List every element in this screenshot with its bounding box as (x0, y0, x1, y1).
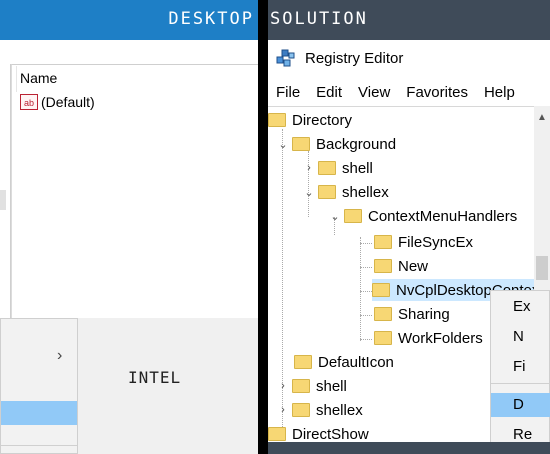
panel-divider (258, 0, 268, 454)
value-row-default[interactable]: ab (Default) (20, 92, 95, 112)
folder-icon (374, 235, 392, 249)
chevron-down-icon[interactable]: ⌄ (276, 138, 290, 151)
context-menu-item-expand[interactable]: Ex (491, 295, 550, 319)
menu-bar: File Edit View Favorites Help (268, 78, 550, 106)
value-name: (Default) (41, 94, 95, 110)
chevron-down-icon[interactable]: ⌄ (328, 210, 342, 223)
menu-view[interactable]: View (358, 84, 390, 101)
menu-file[interactable]: File (276, 84, 300, 101)
folder-icon (292, 379, 310, 393)
tree-selection-edge (0, 190, 6, 210)
chevron-right-icon[interactable]: › (276, 404, 290, 416)
tree-node-shell-2[interactable]: › shell (276, 375, 347, 397)
tree-node-shellex[interactable]: ⌄ shellex (302, 181, 388, 203)
tree-node-sharing[interactable]: Sharing (374, 303, 450, 325)
menu-edit[interactable]: Edit (316, 84, 342, 101)
window-title: Registry Editor (305, 50, 404, 67)
folder-icon (294, 355, 312, 369)
tree-node-defaulticon[interactable]: DefaultIcon (294, 351, 394, 373)
tree-node-contextmenuhandlers[interactable]: ⌄ ContextMenuHandlers (328, 205, 517, 227)
tree-node-workfolders[interactable]: WorkFolders (374, 327, 483, 349)
tree-node-shellex-2[interactable]: › shellex (276, 399, 363, 421)
banner-text-desktop: DESKTOP (168, 9, 254, 29)
right-bottom-bar (268, 442, 550, 454)
folder-icon (268, 427, 286, 441)
right-screenshot-panel: SOLUTION Registry Editor File Edit View … (268, 0, 550, 454)
menu-favorites[interactable]: Favorites (406, 84, 468, 101)
chevron-right-icon[interactable]: › (57, 347, 62, 365)
tree-node-new[interactable]: New (374, 255, 428, 277)
chevron-down-icon[interactable]: ⌄ (302, 186, 316, 199)
folder-icon (372, 283, 390, 297)
folder-icon (374, 331, 392, 345)
intel-label: INTEL (128, 368, 182, 387)
scroll-up-arrow-icon[interactable]: ▲ (537, 112, 547, 123)
right-banner: SOLUTION (268, 0, 550, 40)
scroll-thumb[interactable] (536, 256, 548, 280)
folder-icon (318, 161, 336, 175)
string-value-icon: ab (20, 94, 38, 110)
column-separator[interactable] (16, 66, 17, 92)
registry-editor-icon (276, 49, 295, 67)
tree-node-filesyncex[interactable]: FileSyncEx (374, 231, 473, 253)
context-menu-left: › (0, 318, 78, 454)
chevron-right-icon[interactable]: › (302, 162, 316, 174)
context-menu-item-delete[interactable]: D (491, 393, 550, 417)
left-banner: DESKTOP (0, 0, 258, 40)
context-menu-item-find[interactable]: Fi (491, 355, 550, 379)
tree-node-shell[interactable]: › shell (302, 157, 373, 179)
context-menu-right: Ex N Fi D Re (490, 290, 550, 454)
context-menu-item-new[interactable]: N (491, 325, 550, 349)
folder-icon (318, 185, 336, 199)
left-screenshot-panel: DESKTOP Name ab (Default) › INTEL (0, 0, 258, 454)
folder-icon (374, 259, 392, 273)
context-menu-highlighted-item[interactable] (1, 401, 77, 425)
menu-separator (1, 445, 77, 446)
folder-icon (344, 209, 362, 223)
column-header-name[interactable]: Name (20, 70, 57, 86)
chevron-right-icon[interactable]: › (276, 380, 290, 392)
menu-separator (491, 383, 550, 384)
menu-help[interactable]: Help (484, 84, 515, 101)
folder-icon (268, 113, 286, 127)
tree-node-directory[interactable]: Directory (268, 109, 352, 131)
folder-icon (292, 137, 310, 151)
banner-text-solution: SOLUTION (270, 9, 368, 29)
folder-icon (374, 307, 392, 321)
folder-icon (292, 403, 310, 417)
tree-node-background[interactable]: ⌄ Background (276, 133, 396, 155)
